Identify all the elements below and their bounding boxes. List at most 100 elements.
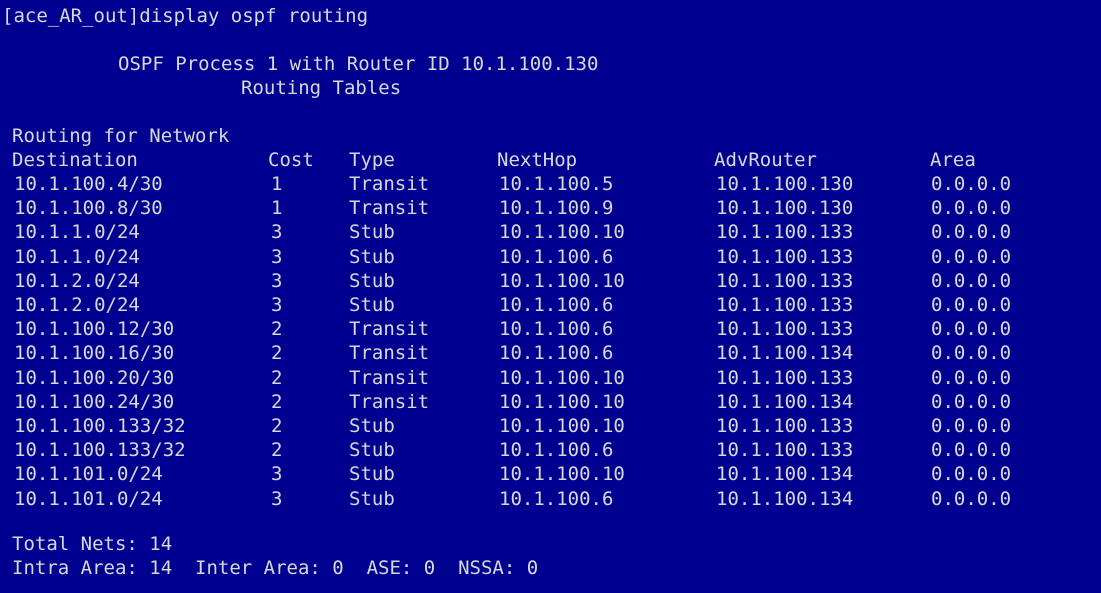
cell-cost: 3 xyxy=(271,245,283,268)
table-row: 10.1.101.0/24 3 Stub 10.1.100.10 10.1.100.13… xyxy=(0,462,1101,486)
table-row: 10.1.100.24/30 2 Transit 10.1.100.10 10.1.10… xyxy=(0,390,1101,414)
cell-destination: 10.1.100.133/32 xyxy=(14,439,186,462)
cell-area: 0.0.0.0 xyxy=(931,197,1012,220)
cell-destination: 10.1.100.133/32 xyxy=(14,415,186,437)
table-row: 10.1.100.8/30 1 Transit 10.1.100.9 10.1.100.… xyxy=(0,196,1101,220)
terminal-window[interactable]: [ace_AR_out]display ospf routing OSPF Pr… xyxy=(0,0,1101,593)
cell-type: Stub xyxy=(349,487,395,510)
table-row: 10.1.100.133/32 2 Stub 10.1.100.6 10.1.100.1… xyxy=(0,438,1101,462)
cell-cost: 3 xyxy=(271,463,283,486)
cell-area: 0.0.0.0 xyxy=(931,463,1012,486)
cell-type: Transit xyxy=(349,342,430,365)
cell-cost: 3 xyxy=(271,221,283,244)
cell-nexthop: 10.1.100.6 xyxy=(499,439,614,462)
cell-advrouter: 10.1.100.133 xyxy=(716,221,854,244)
cell-area: 0.0.0.0 xyxy=(931,342,1012,365)
cell-advrouter: 10.1.100.133 xyxy=(716,245,854,268)
cell-nexthop: 10.1.100.6 xyxy=(499,318,614,341)
cell-destination: 10.1.101.0/24 xyxy=(14,487,163,510)
cell-type: Stub xyxy=(349,415,395,437)
cell-type: Stub xyxy=(349,439,395,462)
table-row: 10.1.2.0/24 3 Stub 10.1.100.6 10.1.100.133 0.… xyxy=(0,293,1101,317)
cell-cost: 3 xyxy=(271,294,283,316)
column-header-area: Area xyxy=(930,149,976,171)
cell-area: 0.0.0.0 xyxy=(931,173,1012,195)
cell-type: Stub xyxy=(349,294,395,316)
cell-cost: 2 xyxy=(271,415,283,437)
cell-destination: 10.1.1.0/24 xyxy=(14,245,140,268)
column-header-nexthop: NextHop xyxy=(497,149,578,171)
total-nets-summary: Total Nets: 14 xyxy=(12,533,173,555)
cell-area: 0.0.0.0 xyxy=(931,245,1012,268)
cell-cost: 3 xyxy=(271,269,283,292)
area-summary-line: Intra Area: 14 Inter Area: 0 ASE: 0 NSSA… xyxy=(12,557,539,579)
cell-area: 0.0.0.0 xyxy=(931,318,1012,341)
cell-destination: 10.1.1.0/24 xyxy=(14,221,140,244)
cell-nexthop: 10.1.100.10 xyxy=(499,221,625,244)
table-row: 10.1.100.133/32 2 Stub 10.1.100.10 10.1.100.… xyxy=(0,414,1101,438)
cell-advrouter: 10.1.100.133 xyxy=(716,294,854,316)
cell-cost: 2 xyxy=(271,390,283,413)
cell-nexthop: 10.1.100.6 xyxy=(499,342,614,365)
table-row: 10.1.100.12/30 2 Transit 10.1.100.6 10.1.100… xyxy=(0,317,1101,341)
cell-advrouter: 10.1.100.134 xyxy=(716,487,854,510)
cell-cost: 1 xyxy=(271,197,283,220)
routing-section-title: Routing for Network xyxy=(12,125,230,147)
cell-advrouter: 10.1.100.130 xyxy=(716,173,854,195)
cell-nexthop: 10.1.100.10 xyxy=(499,463,625,486)
cell-cost: 2 xyxy=(271,342,283,365)
cell-advrouter: 10.1.100.133 xyxy=(716,415,854,437)
cell-area: 0.0.0.0 xyxy=(931,366,1012,389)
cell-area: 0.0.0.0 xyxy=(931,221,1012,244)
cell-advrouter: 10.1.100.134 xyxy=(716,342,854,365)
table-row: 10.1.2.0/24 3 Stub 10.1.100.10 10.1.100.133 0… xyxy=(0,269,1101,293)
cell-destination: 10.1.100.4/30 xyxy=(14,173,163,195)
cell-destination: 10.1.100.20/30 xyxy=(14,366,175,389)
column-header-type: Type xyxy=(349,149,395,171)
cell-type: Transit xyxy=(349,173,430,195)
table-row: 10.1.101.0/24 3 Stub 10.1.100.6 10.1.100.134… xyxy=(0,487,1101,511)
cell-cost: 2 xyxy=(271,366,283,389)
cell-type: Transit xyxy=(349,318,430,341)
table-row: 10.1.1.0/24 3 Stub 10.1.100.10 10.1.100.133 0… xyxy=(0,220,1101,244)
cell-nexthop: 10.1.100.5 xyxy=(499,173,614,195)
cell-area: 0.0.0.0 xyxy=(931,439,1012,462)
cell-area: 0.0.0.0 xyxy=(931,390,1012,413)
routing-table-header: Destination Cost Type NextHop AdvRouter … xyxy=(0,148,1101,172)
table-row: 10.1.100.20/30 2 Transit 10.1.100.10 10.1.10… xyxy=(0,366,1101,390)
cell-area: 0.0.0.0 xyxy=(931,487,1012,510)
cell-advrouter: 10.1.100.133 xyxy=(716,439,854,462)
cell-nexthop: 10.1.100.6 xyxy=(499,294,614,316)
cell-nexthop: 10.1.100.10 xyxy=(499,415,625,437)
cell-nexthop: 10.1.100.10 xyxy=(499,390,625,413)
cell-destination: 10.1.2.0/24 xyxy=(14,294,140,316)
cell-type: Transit xyxy=(349,390,430,413)
cell-type: Stub xyxy=(349,463,395,486)
cell-destination: 10.1.100.16/30 xyxy=(14,342,175,365)
cell-type: Transit xyxy=(349,197,430,220)
cell-type: Transit xyxy=(349,366,430,389)
ospf-process-line: OSPF Process 1 with Router ID 10.1.100.1… xyxy=(118,53,599,75)
table-row: 10.1.100.16/30 2 Transit 10.1.100.6 10.1.100… xyxy=(0,341,1101,365)
cell-cost: 2 xyxy=(271,439,283,462)
cell-area: 0.0.0.0 xyxy=(931,415,1012,437)
cell-advrouter: 10.1.100.133 xyxy=(716,366,854,389)
cell-type: Stub xyxy=(349,221,395,244)
cell-nexthop: 10.1.100.9 xyxy=(499,197,614,220)
cell-nexthop: 10.1.100.6 xyxy=(499,245,614,268)
column-header-cost: Cost xyxy=(268,149,314,171)
cell-destination: 10.1.2.0/24 xyxy=(14,269,140,292)
cell-area: 0.0.0.0 xyxy=(931,294,1012,316)
cell-advrouter: 10.1.100.133 xyxy=(716,318,854,341)
cell-advrouter: 10.1.100.134 xyxy=(716,463,854,486)
routing-tables-title: Routing Tables xyxy=(241,77,402,99)
cell-cost: 3 xyxy=(271,487,283,510)
column-header-advrouter: AdvRouter xyxy=(714,149,817,171)
table-row: 10.1.1.0/24 3 Stub 10.1.100.6 10.1.100.133 0.… xyxy=(0,245,1101,269)
cell-destination: 10.1.100.8/30 xyxy=(14,197,163,220)
cell-type: Stub xyxy=(349,269,395,292)
cell-nexthop: 10.1.100.10 xyxy=(499,366,625,389)
cell-advrouter: 10.1.100.133 xyxy=(716,269,854,292)
cell-nexthop: 10.1.100.10 xyxy=(499,269,625,292)
cell-type: Stub xyxy=(349,245,395,268)
